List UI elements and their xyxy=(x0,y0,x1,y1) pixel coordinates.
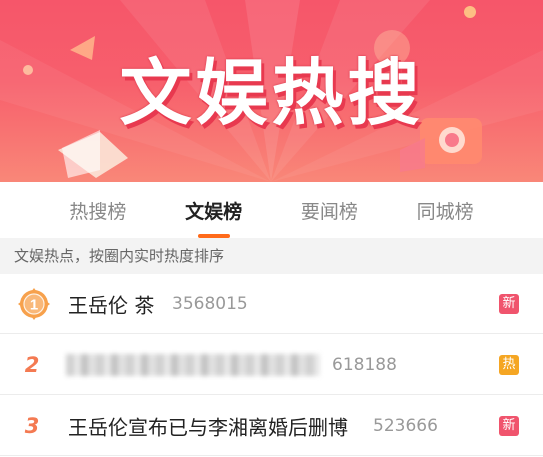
item-heat-count: 3568015 xyxy=(172,293,248,314)
item-title[interactable]: 王岳伦 茶 xyxy=(68,289,154,318)
rank-number: 3 xyxy=(24,413,40,438)
item-title[interactable]: 王岳伦宣布已与李湘离婚后删博 xyxy=(68,411,348,440)
list-item[interactable]: 1 王岳伦 茶 3568015 新 xyxy=(0,274,543,334)
rank-medal-icon: 1 xyxy=(18,287,50,320)
rank-number: 2 xyxy=(24,352,40,377)
tab-local[interactable]: 同城榜 xyxy=(411,197,480,224)
blurred-title xyxy=(66,353,320,376)
item-heat-count: 523666 xyxy=(373,415,438,436)
new-badge: 新 xyxy=(499,415,519,436)
hot-badge: 热 xyxy=(499,354,519,375)
tab-bar: 热搜榜 文娱榜 要闻榜 同城榜 xyxy=(0,182,543,238)
new-badge: 新 xyxy=(499,293,519,314)
tab-entertainment[interactable]: 文娱榜 xyxy=(179,197,248,238)
list-item[interactable]: 3 王岳伦宣布已与李湘离婚后删博 523666 新 xyxy=(0,396,543,456)
tab-news[interactable]: 要闻榜 xyxy=(295,197,364,224)
item-heat-count: 618188 xyxy=(332,354,397,375)
ranking-hint: 文娱热点，按圈内实时热度排序 xyxy=(0,238,543,274)
banner: 文娱热搜 xyxy=(0,0,543,182)
banner-title: 文娱热搜 xyxy=(119,51,424,135)
rank-number: 1 xyxy=(30,296,38,313)
list-item[interactable]: 2 618188 热 xyxy=(0,335,543,395)
tab-hot-search[interactable]: 热搜榜 xyxy=(63,197,132,224)
